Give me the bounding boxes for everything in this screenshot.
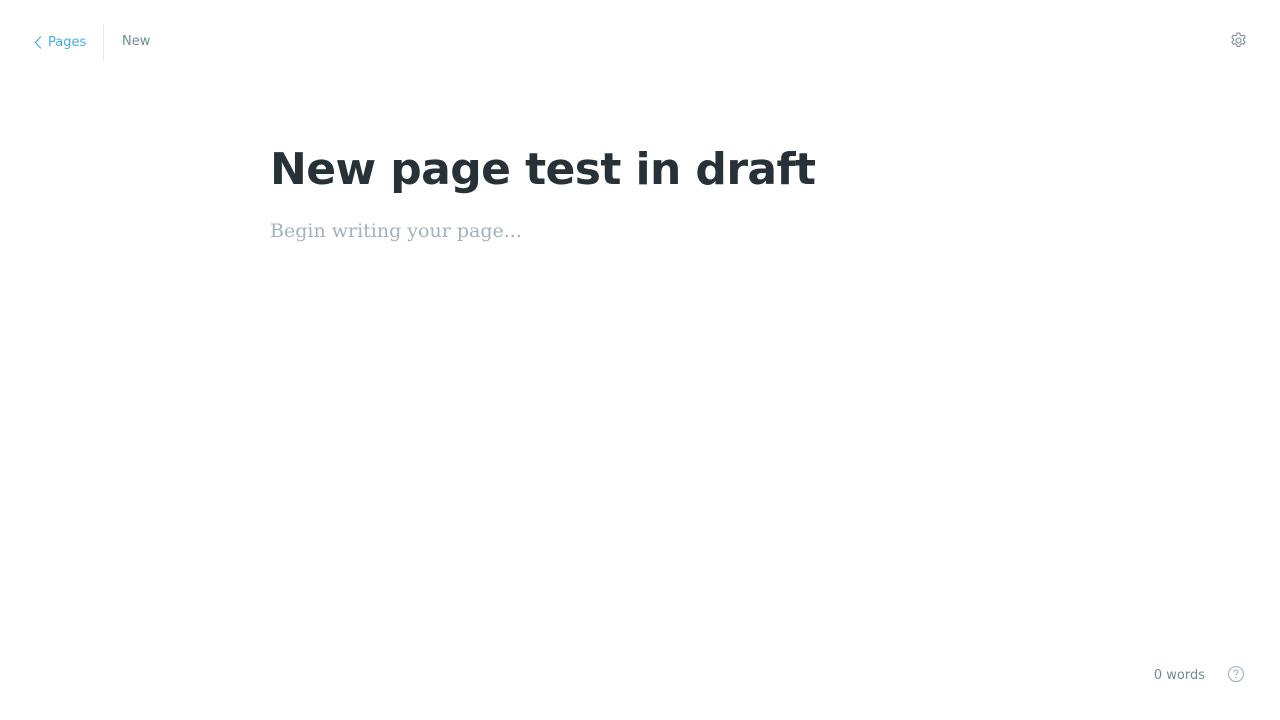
editor-app: Pages New New page test in draft Begin w… <box>0 0 1280 720</box>
editor-header: Pages New <box>0 0 1280 84</box>
editor-footer: 0 words <box>1153 665 1245 687</box>
post-body-editor[interactable]: Begin writing your page... <box>270 216 1010 246</box>
back-to-pages-link[interactable]: Pages <box>34 32 86 52</box>
editor-content: New page test in draft Begin writing you… <box>270 138 1010 246</box>
post-title-input[interactable]: New page test in draft <box>270 138 1010 202</box>
post-status-label: New <box>122 34 151 49</box>
help-button[interactable] <box>1227 665 1245 687</box>
chevron-left-icon <box>34 35 42 49</box>
gear-icon <box>1229 31 1248 54</box>
settings-button[interactable] <box>1228 31 1248 54</box>
word-count: 0 words <box>1153 668 1205 683</box>
question-circle-icon <box>1227 665 1245 687</box>
back-link-label: Pages <box>48 34 87 50</box>
header-divider <box>103 24 104 60</box>
